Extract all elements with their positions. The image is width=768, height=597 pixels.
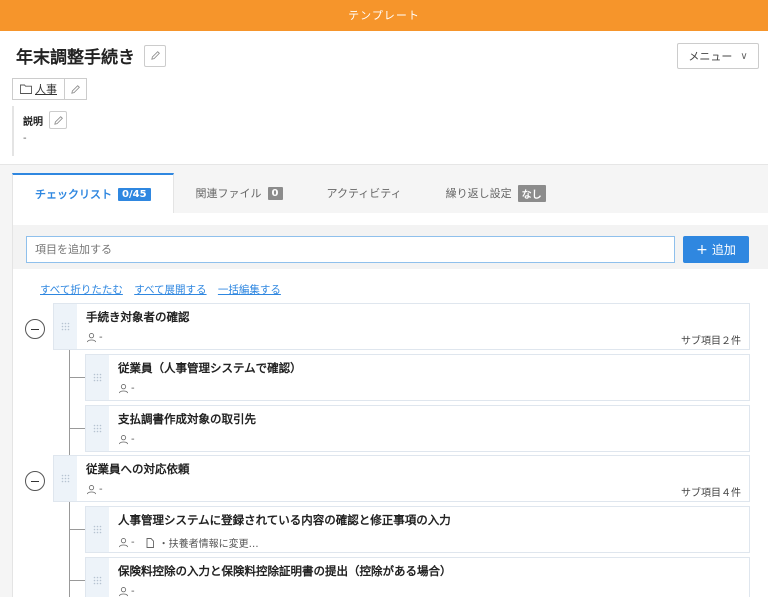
menu-button[interactable]: メニュー ∨ bbox=[677, 43, 759, 69]
template-banner: テンプレート bbox=[0, 0, 768, 31]
tabs-area: チェックリスト 0/45 関連ファイル 0 アクティビティ 繰り返し設定 なし … bbox=[0, 164, 768, 597]
expand-all-link[interactable]: すべて展開する bbox=[134, 284, 206, 296]
pencil-icon bbox=[71, 84, 80, 94]
item-title: 従業員への対応依頼 bbox=[86, 462, 190, 476]
tree-line bbox=[69, 580, 85, 581]
title-row: 年末調整手続き bbox=[16, 43, 166, 68]
user-icon bbox=[86, 485, 97, 495]
collapse-all-link[interactable]: すべて折りたたむ bbox=[40, 284, 123, 296]
item-title: 支払調書作成対象の取引先 bbox=[118, 412, 256, 426]
checklist-group[interactable]: 従業員への対応依頼 - サブ項目４件 bbox=[53, 455, 750, 502]
drag-handle-icon[interactable] bbox=[86, 558, 109, 597]
drag-handle-icon[interactable] bbox=[54, 456, 77, 501]
drag-handle-icon[interactable] bbox=[86, 507, 109, 552]
item-note[interactable]: ・扶養者情報に変更… bbox=[145, 535, 259, 550]
collapse-group-button[interactable] bbox=[25, 319, 45, 339]
tab-bar: チェックリスト 0/45 関連ファイル 0 アクティビティ 繰り返し設定 なし bbox=[12, 173, 568, 213]
item-title: 保険料控除の入力と保険料控除証明書の提出（控除がある場合） bbox=[118, 564, 452, 578]
user-icon bbox=[118, 587, 129, 597]
edit-title-button[interactable] bbox=[144, 44, 166, 67]
add-button[interactable]: + 追加 bbox=[683, 236, 749, 263]
edit-folder-button[interactable] bbox=[65, 78, 87, 100]
sub-item-count: サブ項目４件 bbox=[681, 488, 741, 499]
description-block: 説明 - bbox=[12, 106, 67, 156]
description-value: - bbox=[23, 133, 27, 144]
tree-line bbox=[69, 502, 70, 597]
user-icon bbox=[118, 538, 129, 548]
page-title: 年末調整手続き bbox=[16, 48, 135, 68]
tab-activity[interactable]: アクティビティ bbox=[305, 173, 424, 213]
tab-label: チェックリスト bbox=[35, 188, 112, 201]
item-title: 従業員（人事管理システムで確認） bbox=[118, 361, 302, 375]
bulk-edit-link[interactable]: 一括編集する bbox=[218, 284, 281, 296]
sub-item-count: サブ項目２件 bbox=[681, 336, 741, 347]
tab-badge: 0 bbox=[267, 186, 283, 200]
assignee[interactable]: - bbox=[99, 484, 103, 495]
note-text: ・扶養者情報に変更… bbox=[158, 539, 259, 550]
pencil-icon bbox=[53, 115, 63, 125]
folder-row: 人事 bbox=[12, 78, 87, 100]
plus-icon: + bbox=[696, 241, 708, 258]
checklist-item[interactable]: 人事管理システムに登録されている内容の確認と修正事項の入力 - ・扶養者情報に変… bbox=[85, 506, 750, 553]
tab-badge: なし bbox=[517, 184, 546, 202]
item-title: 手続き対象者の確認 bbox=[86, 310, 190, 324]
drag-handle-icon[interactable] bbox=[86, 355, 109, 400]
assignee[interactable]: - bbox=[131, 586, 135, 597]
tab-label: 繰り返し設定 bbox=[445, 187, 512, 200]
checklist-item[interactable]: 支払調書作成対象の取引先 - bbox=[85, 405, 750, 452]
pencil-icon bbox=[150, 51, 160, 60]
document-icon bbox=[146, 537, 154, 548]
description-label: 説明 bbox=[23, 116, 43, 128]
tab-label: アクティビティ bbox=[326, 187, 402, 200]
add-item-input[interactable] bbox=[26, 236, 675, 263]
item-meta: - ・扶養者情報に変更… bbox=[118, 535, 259, 550]
assignee[interactable]: - bbox=[131, 434, 135, 445]
item-meta: - bbox=[118, 434, 135, 445]
user-icon bbox=[118, 435, 129, 445]
tab-badge: 0/45 bbox=[118, 187, 151, 201]
user-icon bbox=[86, 333, 97, 343]
add-button-label: 追加 bbox=[711, 243, 736, 257]
checklist-group[interactable]: 手続き対象者の確認 - サブ項目２件 bbox=[53, 303, 750, 350]
item-title: 人事管理システムに登録されている内容の確認と修正事項の入力 bbox=[118, 513, 451, 527]
assignee[interactable]: - bbox=[99, 332, 103, 343]
checklist-item[interactable]: 保険料控除の入力と保険料控除証明書の提出（控除がある場合） - bbox=[85, 557, 750, 597]
chevron-down-icon: ∨ bbox=[740, 50, 748, 62]
tab-checklist[interactable]: チェックリスト 0/45 bbox=[12, 173, 174, 213]
tree-line bbox=[69, 529, 85, 530]
edit-description-button[interactable] bbox=[49, 111, 67, 129]
tree-line bbox=[69, 428, 85, 429]
tab-repeat-settings[interactable]: 繰り返し設定 なし bbox=[424, 173, 568, 213]
folder-icon bbox=[20, 84, 32, 94]
folder-label[interactable]: 人事 bbox=[35, 81, 57, 97]
tree-line bbox=[69, 377, 85, 378]
user-icon bbox=[118, 384, 129, 394]
assignee[interactable]: - bbox=[131, 537, 135, 548]
tab-related-files[interactable]: 関連ファイル 0 bbox=[174, 173, 305, 213]
tab-label: 関連ファイル bbox=[195, 187, 262, 200]
drag-handle-icon[interactable] bbox=[86, 406, 109, 451]
menu-label: メニュー bbox=[688, 50, 733, 63]
assignee[interactable]: - bbox=[131, 383, 135, 394]
collapse-group-button[interactable] bbox=[25, 471, 45, 491]
checklist-links: すべて折りたたむ すべて展開する 一括編集する bbox=[40, 282, 289, 297]
add-item-area: + 追加 bbox=[13, 225, 768, 269]
item-meta: - bbox=[86, 332, 103, 343]
item-meta: - bbox=[118, 586, 135, 597]
item-meta: - bbox=[118, 383, 135, 394]
drag-handle-icon[interactable] bbox=[54, 304, 77, 349]
checklist-item[interactable]: 従業員（人事管理システムで確認） - bbox=[85, 354, 750, 401]
item-meta: - bbox=[86, 484, 103, 495]
folder-tag[interactable]: 人事 bbox=[12, 78, 65, 100]
